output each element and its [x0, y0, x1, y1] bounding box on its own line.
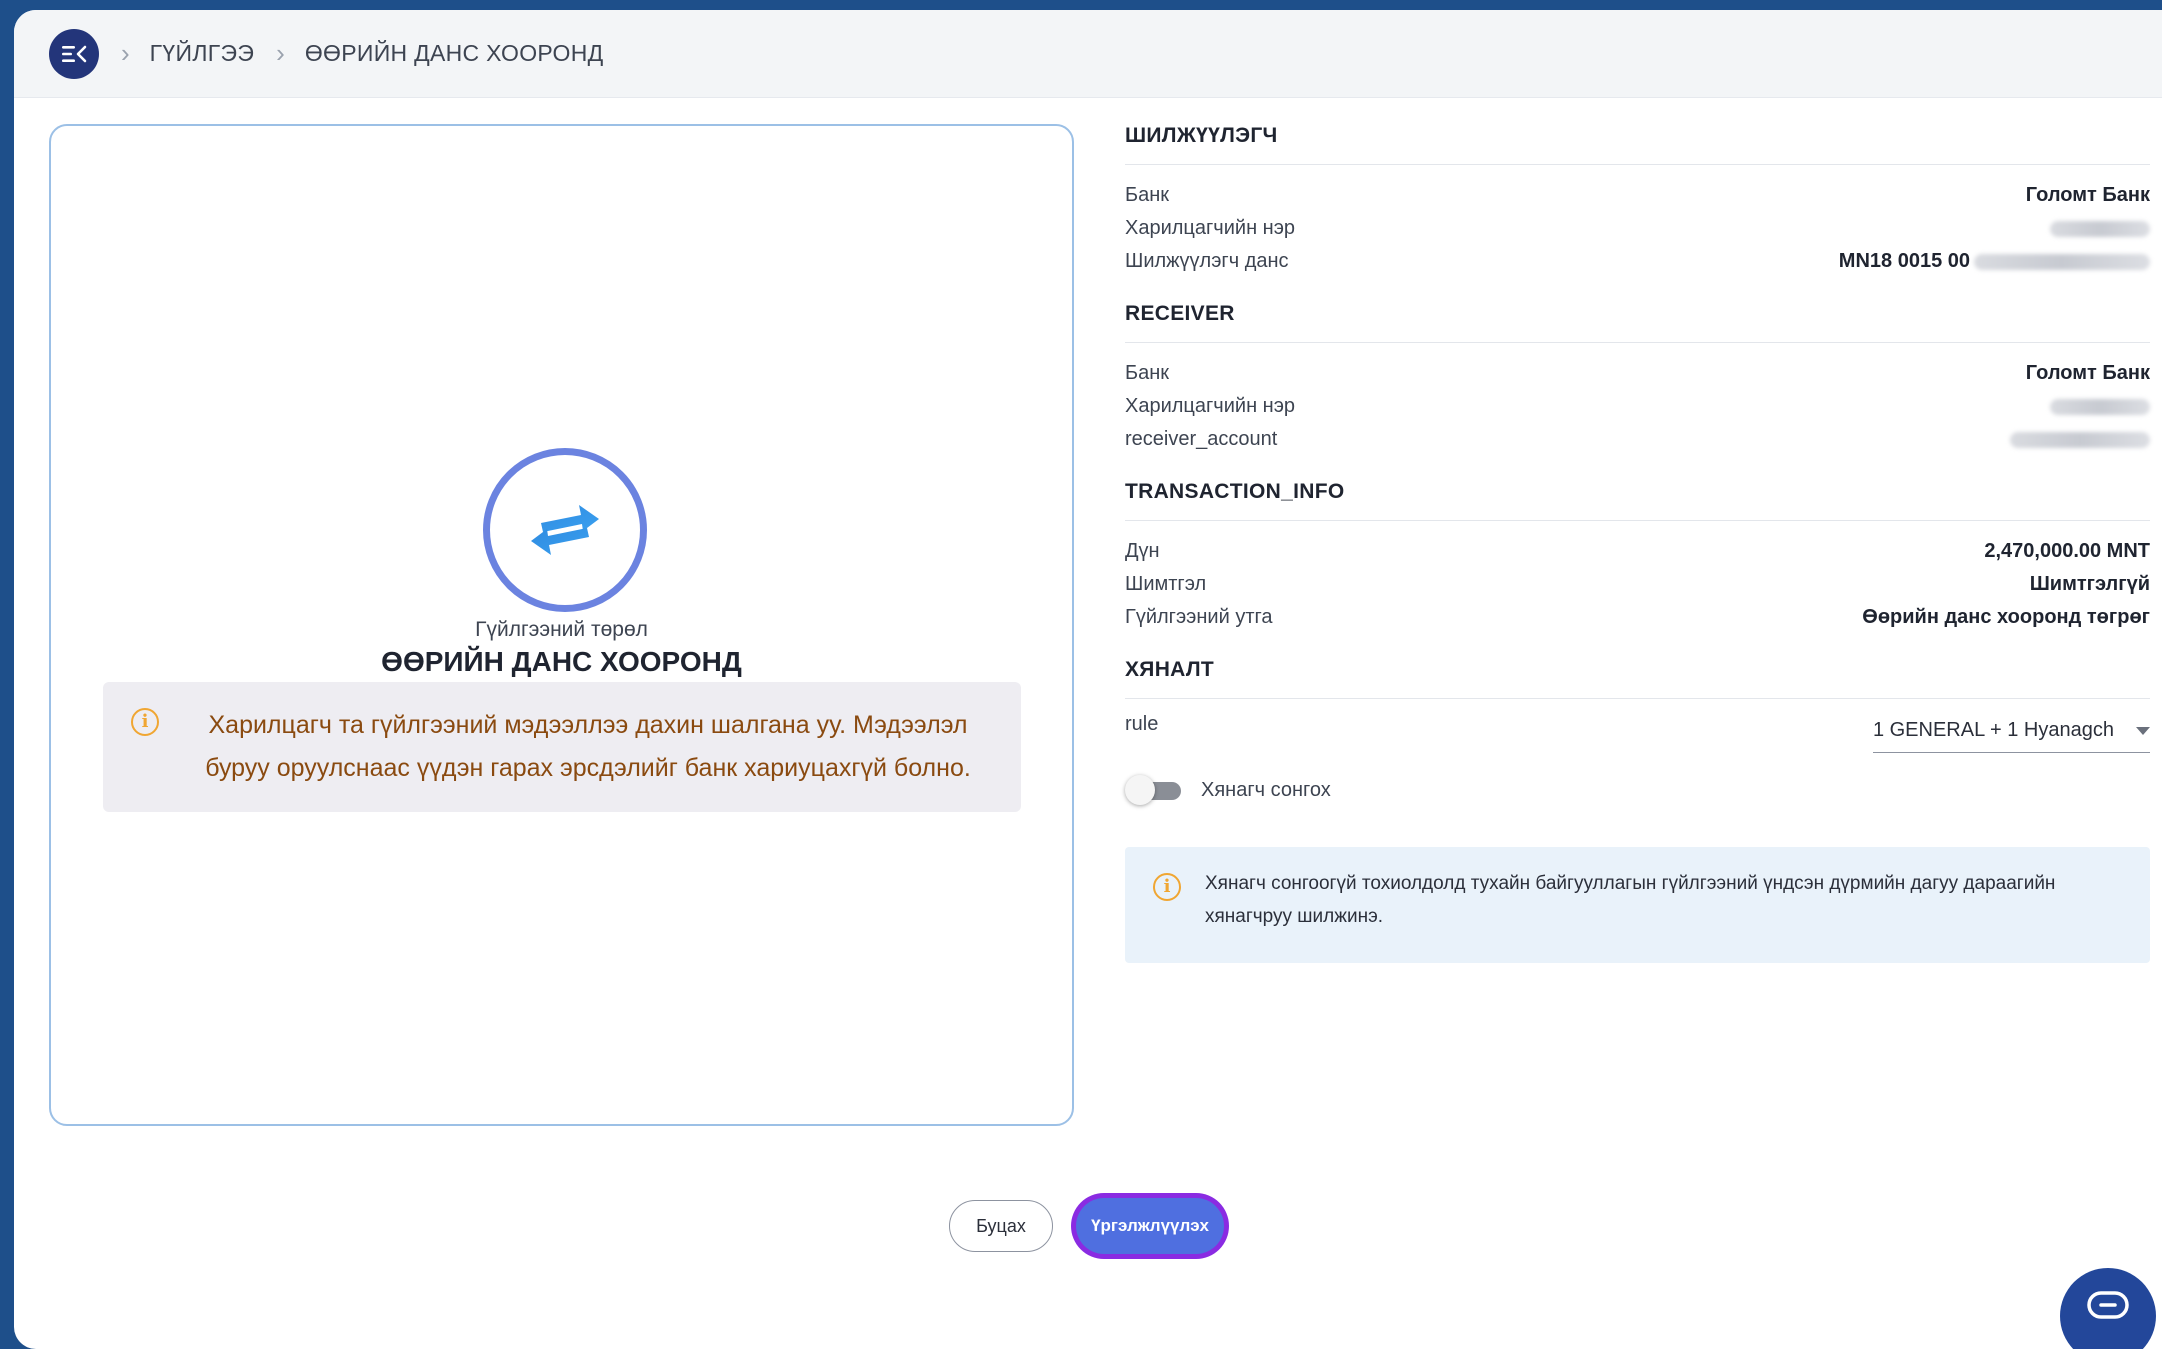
receiver-name-redacted [2050, 398, 2150, 415]
chevron-right-icon: › [276, 38, 285, 68]
receiver-account-row: receiver_account [1125, 423, 2150, 456]
transaction-info-title: TRANSACTION_INFO [1125, 480, 2150, 521]
back-button[interactable]: Буцах [949, 1200, 1053, 1252]
fee-label: Шимтгэл [1125, 573, 1207, 595]
controller-toggle-label: Хянагч сонгох [1201, 778, 1331, 801]
receiver-section: RECEIVER Банк Голомт Банк Харилцагчийн н… [1125, 302, 2150, 456]
info-icon: i [1153, 873, 1181, 901]
app-frame: › ГҮЙЛГЭЭ › ӨӨРИЙН ДАНС ХООРОНД Гүйлгээн… [14, 10, 2162, 1349]
transaction-info-section: TRANSACTION_INFO Дүн 2,470,000.00 MNT Ши… [1125, 480, 2150, 634]
amount-value: 2,470,000.00 MNT [1984, 540, 2150, 562]
continue-button-focus-ring: Үргэлжлүүлэх [1071, 1193, 1229, 1259]
sender-bank-label: Банк [1125, 184, 1170, 206]
description-label: Гүйлгээний утга [1125, 606, 1273, 628]
amount-label: Дүн [1125, 540, 1160, 562]
control-title: ХЯНАЛТ [1125, 658, 2150, 699]
receiver-bank-value: Голомт Банк [2025, 362, 2150, 384]
sender-account-label: Шилжүүлэгч данс [1125, 250, 1289, 272]
description-value: Өөрийн данс хооронд төгрөг [1862, 606, 2150, 628]
receiver-name-row: Харилцагчийн нэр [1125, 390, 2150, 423]
receiver-bank-row: Банк Голомт Банк [1125, 357, 2150, 390]
warning-notice: i Харилцагч та гүйлгээний мэдээллээ дахи… [103, 682, 1021, 812]
sender-name-row: Харилцагчийн нэр [1125, 212, 2150, 245]
breadcrumb-item-transactions[interactable]: ГҮЙЛГЭЭ [150, 40, 255, 67]
caret-down-icon [2136, 726, 2150, 735]
transaction-type-card: Гүйлгээний төрөл ӨӨРИЙН ДАНС ХООРОНД i Х… [49, 124, 1074, 1126]
receiver-bank-label: Банк [1125, 362, 1170, 384]
controller-info-text: Хянагч сонгоогүй тохиолдолд тухайн байгу… [1205, 873, 2056, 927]
rule-row: rule 1 GENERAL + 1 Hyanagch [1125, 713, 2150, 753]
menu-collapse-icon [62, 45, 87, 62]
controller-info-notice: i Хянагч сонгоогүй тохиолдолд тухайн бай… [1125, 847, 2150, 963]
description-row: Гүйлгээний утга Өөрийн данс хооронд төгр… [1125, 601, 2150, 634]
rule-label: rule [1125, 713, 1159, 735]
rule-select-value: 1 GENERAL + 1 Hyanagch [1872, 719, 2114, 741]
sender-bank-row: Банк Голомт Банк [1125, 179, 2150, 212]
sender-bank-value: Голомт Банк [2025, 184, 2150, 206]
transaction-type-value: ӨӨРИЙН ДАНС ХООРОНД [381, 646, 742, 677]
chatbot-icon [2087, 1291, 2129, 1319]
receiver-account-label: receiver_account [1125, 428, 1278, 450]
sender-account-redacted [1974, 253, 2150, 270]
breadcrumb: › ГҮЙЛГЭЭ › ӨӨРИЙН ДАНС ХООРОНД [14, 10, 2162, 98]
receiver-account-redacted [2010, 431, 2150, 448]
controller-toggle[interactable] [1125, 775, 1183, 805]
sender-title: ШИЛЖҮҮЛЭГЧ [1125, 124, 2150, 165]
controller-toggle-row: Хянагч сонгох [1125, 775, 2150, 805]
menu-toggle-button[interactable] [49, 28, 99, 79]
fee-row: Шимтгэл Шимтгэлгүй [1125, 568, 2150, 601]
toggle-knob [1125, 775, 1155, 805]
sender-account-row: Шилжүүлэгч данс MN18 0015 00 [1125, 245, 2150, 278]
transaction-type-label: Гүйлгээний төрөл [475, 618, 648, 641]
warning-text: Харилцагч та гүйлгээний мэдээллээ дахин … [205, 711, 971, 782]
sender-name-label: Харилцагчийн нэр [1125, 217, 1296, 239]
sender-account-value-wrap: MN18 0015 00 [1839, 250, 2150, 273]
control-section: ХЯНАЛТ rule 1 GENERAL + 1 Hyanagch Хянаг… [1125, 658, 2150, 963]
rule-select[interactable]: 1 GENERAL + 1 Hyanagch [1872, 713, 2150, 753]
info-icon: i [131, 708, 159, 736]
sender-section: ШИЛЖҮҮЛЭГЧ Банк Голомт Банк Харилцагчийн… [1125, 124, 2150, 278]
fee-value: Шимтгэлгүй [2029, 573, 2150, 595]
swap-arrows-icon [531, 505, 599, 555]
continue-button[interactable]: Үргэлжлүүлэх [1076, 1198, 1224, 1254]
breadcrumb-item-own-accounts: ӨӨРИЙН ДАНС ХООРОНД [304, 40, 604, 66]
receiver-name-label: Харилцагчийн нэр [1125, 395, 1296, 417]
transaction-details-panel: ШИЛЖҮҮЛЭГЧ Банк Голомт Банк Харилцагчийн… [1125, 124, 2150, 987]
sender-name-redacted [2050, 220, 2150, 237]
transfer-type-badge [483, 448, 647, 612]
sender-account-value: MN18 0015 00 [1838, 250, 1970, 272]
chevron-right-icon: › [121, 38, 130, 68]
chatbot-button[interactable] [2060, 1268, 2156, 1349]
amount-row: Дүн 2,470,000.00 MNT [1125, 535, 2150, 568]
receiver-title: RECEIVER [1125, 302, 2150, 343]
